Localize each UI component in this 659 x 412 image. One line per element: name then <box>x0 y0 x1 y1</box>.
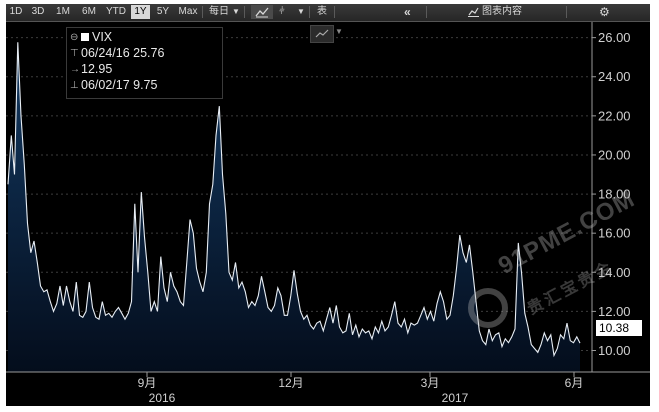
range-1d-button[interactable]: 1D <box>8 5 24 19</box>
range-ytd-button[interactable]: YTD <box>104 5 128 19</box>
x-tick-label: 6月 <box>565 376 584 390</box>
legend-low: 06/02/17 9.75 <box>81 78 158 92</box>
range-3d-button[interactable]: 3D <box>28 5 48 19</box>
range-max-button[interactable]: Max <box>177 5 199 19</box>
range-6m-button[interactable]: 6M <box>78 5 100 19</box>
legend-series: VIX <box>81 30 112 45</box>
collapse-legend-icon[interactable]: ⊖ <box>70 30 78 45</box>
toolbar-divider <box>202 6 203 18</box>
table-view-button[interactable]: 表 <box>315 5 329 19</box>
x-axis-ticks: 9月 12月 3月 6月 2016 2017 <box>138 372 584 405</box>
x-tick-label: 9月 <box>138 376 157 390</box>
toolbar-divider <box>334 6 335 18</box>
y-tick-label: 12.00 <box>598 304 631 319</box>
chart-contents-icon <box>468 5 479 19</box>
last-value-badge: 10.38 <box>596 320 642 336</box>
y-tick-label: 14.00 <box>598 265 631 280</box>
double-chevron-left-icon[interactable]: « <box>404 5 411 19</box>
series-swatch <box>81 33 89 41</box>
y-tick-label: 18.00 <box>598 187 631 202</box>
y-tick-label: 22.00 <box>598 108 631 123</box>
range-1y-button[interactable]: 1Y <box>131 5 150 19</box>
x-tick-label: 12月 <box>278 376 303 390</box>
y-axis-ticks: 10.00 12.00 14.00 16.00 18.00 20.00 22.00 24.00… <box>592 30 631 358</box>
toolbar-divider <box>566 6 567 18</box>
toolbar-divider <box>309 6 310 18</box>
y-tick-label: 26.00 <box>598 30 631 45</box>
period-dropdown-icon[interactable]: ▼ <box>232 5 240 19</box>
x-year-label: 2016 <box>149 391 176 405</box>
toolbar-divider <box>426 6 427 18</box>
chart-contents-button[interactable]: 图表内容 <box>482 5 532 19</box>
y-tick-label: 20.00 <box>598 147 631 162</box>
range-5y-button[interactable]: 5Y <box>153 5 173 19</box>
chart-mode-dropdown-icon[interactable]: ▼ <box>297 5 305 19</box>
toolbar: 1D 3D 1M 6M YTD 1Y 5Y Max 每日 ▼ ⫩ ▼ 表 « 图… <box>6 4 650 22</box>
low-marker-icon: ⊥ <box>70 80 79 91</box>
y-tick-label: 16.00 <box>598 226 631 241</box>
chart-style-dropdown-icon[interactable]: ▼ <box>335 27 343 36</box>
legend-average: 12.95 <box>81 62 113 76</box>
y-tick-label: 24.00 <box>598 69 631 84</box>
period-select[interactable]: 每日 <box>207 5 231 19</box>
legend-box: ⊖ VIX ⊤ 06/24/16 25.76 → 12.95 ⊥ 06/02/1… <box>66 27 223 99</box>
toolbar-divider <box>244 6 245 18</box>
candlestick-mode-icon[interactable]: ⫩ <box>279 5 285 19</box>
y-tick-label: 10.00 <box>598 343 631 358</box>
line-chart-mode-icon[interactable] <box>251 5 273 19</box>
range-1m-button[interactable]: 1M <box>52 5 74 19</box>
x-tick-label: 3月 <box>421 376 440 390</box>
x-year-label: 2017 <box>442 391 469 405</box>
chart-style-button[interactable] <box>310 25 334 43</box>
high-marker-icon: ⊤ <box>70 48 79 59</box>
average-marker-icon: → <box>70 64 80 75</box>
gear-icon[interactable]: ⚙ <box>599 5 610 19</box>
legend-series-name: VIX <box>92 30 113 44</box>
legend-high: 06/24/16 25.76 <box>81 46 165 60</box>
chart-window: 1D 3D 1M 6M YTD 1Y 5Y Max 每日 ▼ ⫩ ▼ 表 « 图… <box>6 4 650 406</box>
